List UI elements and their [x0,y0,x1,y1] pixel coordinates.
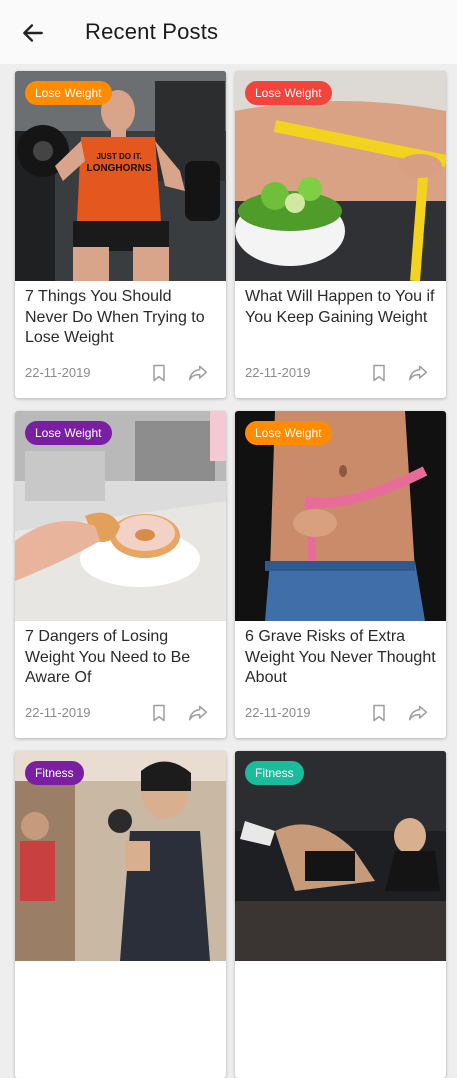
share-icon[interactable] [407,363,429,383]
share-icon[interactable] [187,703,209,723]
share-icon[interactable] [187,363,209,383]
post-image-pink-tape: Lose Weight [235,411,446,621]
post-card[interactable]: Lose Weight What Will Happen to You if Y… [235,71,446,398]
post-date: 22-11-2019 [25,705,91,720]
app-bar: Recent Posts [0,0,457,64]
category-badge: Fitness [25,761,84,785]
bookmark-icon[interactable] [369,703,389,723]
post-image-gym-man: JUST DO IT. LONGHORNS Lose Weight [15,71,226,281]
bookmark-icon[interactable] [369,363,389,383]
post-card[interactable]: Lose Weight 7 Dangers of Losing Weight Y… [15,411,226,738]
posts-grid: JUST DO IT. LONGHORNS Lose Weight 7 Thin… [0,64,457,1078]
post-card[interactable]: Fitness [235,751,446,1078]
post-card[interactable]: Lose Weight 6 Grave Risks of Extra Weigh… [235,411,446,738]
bookmark-icon[interactable] [149,363,169,383]
post-date: 22-11-2019 [25,365,91,380]
post-date: 22-11-2019 [245,705,311,720]
share-icon[interactable] [407,703,429,723]
bookmark-icon[interactable] [149,703,169,723]
post-card[interactable]: Fitness [15,751,226,1078]
arrow-left-icon[interactable] [20,20,46,46]
shirt-text: JUST DO IT. [96,152,141,161]
category-badge: Lose Weight [25,81,112,105]
post-image-situps: Fitness [235,751,446,961]
post-title[interactable]: 7 Things You Should Never Do When Trying… [25,287,217,349]
category-badge: Lose Weight [245,421,332,445]
post-card[interactable]: JUST DO IT. LONGHORNS Lose Weight 7 Thin… [15,71,226,398]
category-badge: Lose Weight [245,81,332,105]
post-image-gym-woman: Fitness [15,751,226,961]
post-title[interactable]: 6 Grave Risks of Extra Weight You Never … [245,627,437,689]
post-image-waist-tape: Lose Weight [235,71,446,281]
category-badge: Lose Weight [25,421,112,445]
post-title[interactable]: 7 Dangers of Losing Weight You Need to B… [25,627,217,689]
category-badge: Fitness [245,761,304,785]
page-title: Recent Posts [85,19,219,44]
post-title[interactable]: What Will Happen to You if You Keep Gain… [245,287,437,328]
post-date: 22-11-2019 [245,365,311,380]
svg-text:LONGHORNS: LONGHORNS [87,163,152,174]
post-image-donut: Lose Weight [15,411,226,621]
